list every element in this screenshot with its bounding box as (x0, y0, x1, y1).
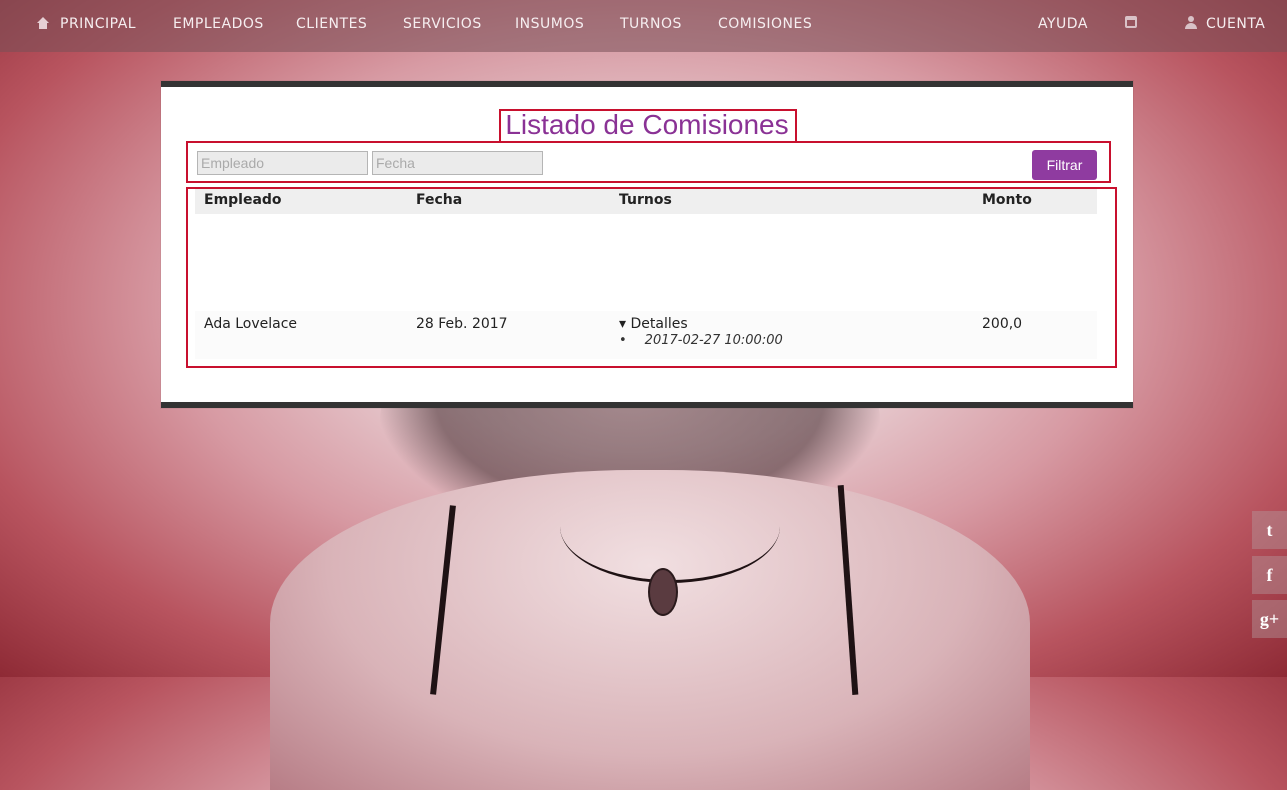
nav-servicios[interactable]: SERVICIOS (403, 0, 482, 48)
empleado-filter-input[interactable] (197, 151, 368, 175)
nav-insumos[interactable]: INSUMOS (515, 0, 584, 48)
nav-cuenta-label: CUENTA (1206, 16, 1266, 32)
fecha-filter-input[interactable] (372, 151, 543, 175)
cell-fecha: 28 Feb. 2017 (416, 316, 508, 332)
cell-empleado: Ada Lovelace (204, 316, 298, 332)
turno-datetime: 2017-02-27 10:00:00 (644, 333, 783, 348)
nav-turnos[interactable]: TURNOS (620, 0, 682, 48)
calendar-icon (1125, 16, 1137, 28)
nav-ayuda[interactable]: AYUDA (1038, 0, 1088, 48)
column-header-empleado[interactable]: Empleado (204, 192, 282, 208)
facebook-icon[interactable]: f (1252, 556, 1287, 594)
nav-empleados[interactable]: EMPLEADOS (173, 0, 264, 48)
bullet-icon: • (619, 333, 627, 348)
table-header: Empleado Fecha Turnos Monto (195, 189, 1097, 214)
column-header-monto[interactable]: Monto (982, 192, 1032, 208)
nav-calendar[interactable] (1125, 0, 1137, 48)
turnos-details-toggle[interactable]: ▾ Detalles (619, 316, 688, 332)
top-navbar: PRINCIPAL EMPLEADOS CLIENTES SERVICIOS I… (0, 0, 1287, 52)
home-icon (36, 17, 50, 29)
annotation-box-title (499, 109, 797, 143)
nav-principal-label: PRINCIPAL (60, 16, 137, 32)
google-plus-icon[interactable]: g+ (1252, 600, 1287, 638)
user-icon (1185, 16, 1197, 29)
nav-comisiones[interactable]: COMISIONES (718, 0, 812, 48)
column-header-fecha[interactable]: Fecha (416, 192, 462, 208)
cell-monto: 200,0 (982, 316, 1023, 332)
nav-principal[interactable]: PRINCIPAL (36, 0, 136, 48)
commissions-panel: Listado de Comisiones Filtrar Empleado F… (161, 81, 1133, 408)
column-header-turnos[interactable]: Turnos (619, 192, 672, 208)
table-row: Ada Lovelace 28 Feb. 2017 ▾ Detalles • 20… (195, 311, 1097, 359)
twitter-icon[interactable]: t (1252, 511, 1287, 549)
nav-cuenta[interactable]: CUENTA (1185, 0, 1265, 48)
turno-detail-item: • 2017-02-27 10:00:00 (619, 333, 783, 348)
filtrar-button[interactable]: Filtrar (1032, 150, 1097, 180)
nav-clientes[interactable]: CLIENTES (296, 0, 367, 48)
